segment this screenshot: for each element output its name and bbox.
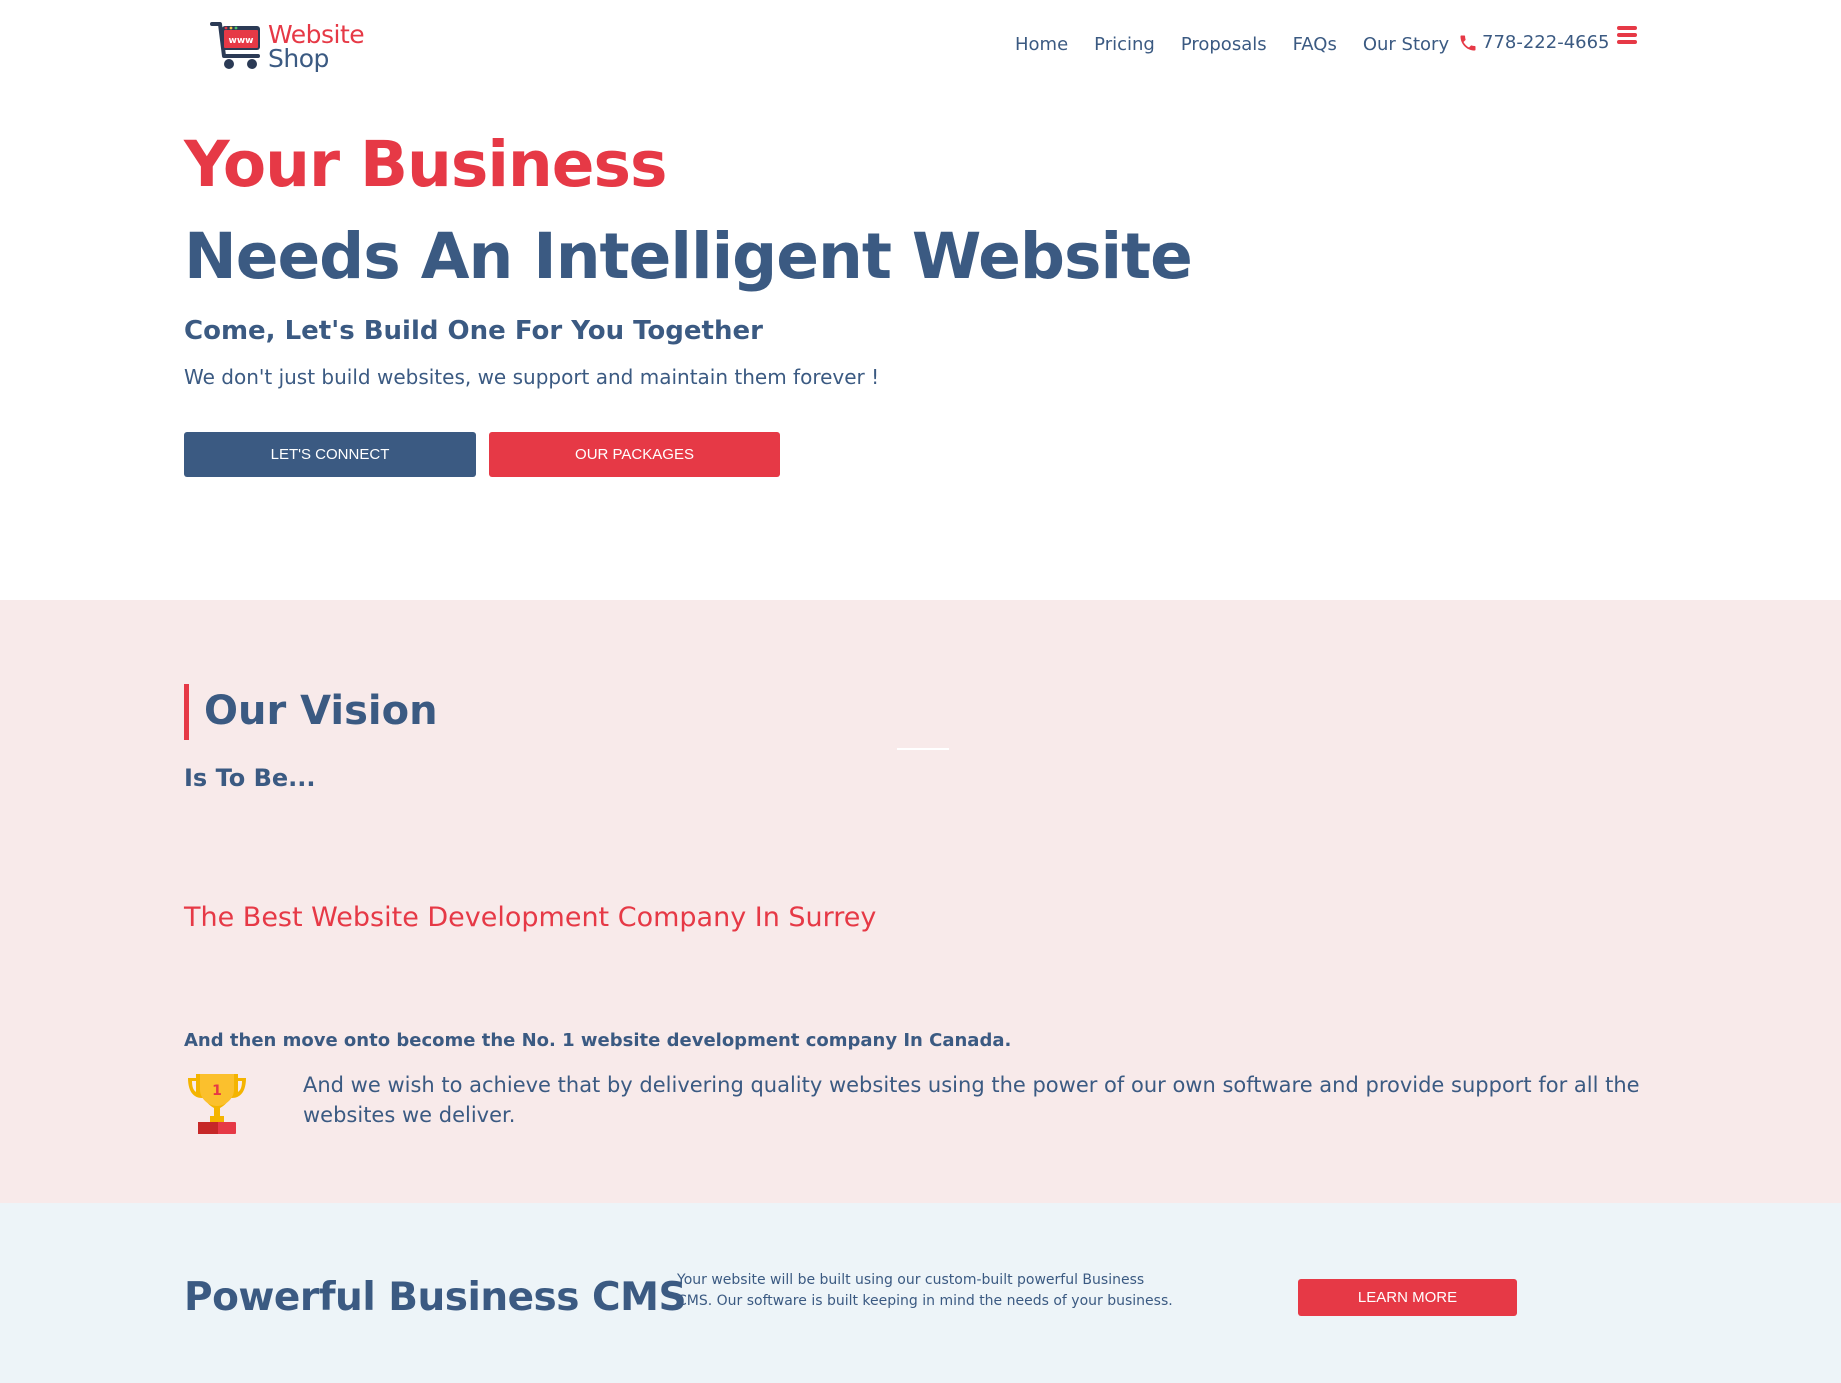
nav-item-home[interactable]: Home: [1015, 34, 1068, 55]
nav-item-pricing[interactable]: Pricing: [1094, 34, 1155, 55]
cms-description: Your website will be built using our cus…: [677, 1272, 1173, 1309]
site-header: www Website Shop Home Pricing Proposals …: [0, 0, 1841, 110]
vision-title: Our Vision: [204, 688, 438, 734]
cms-section: Powerful Business CMS Your website will …: [0, 1203, 1841, 1383]
cart-icon: www: [210, 22, 260, 69]
lets-connect-button[interactable]: LET'S CONNECT: [184, 432, 476, 477]
vision-subtitle: Is To Be...: [184, 764, 316, 792]
hamburger-menu-icon[interactable]: [1617, 26, 1637, 46]
vision-achieve-statement: And we wish to achieve that by deliverin…: [303, 1073, 1640, 1127]
phone-number: 778-222-4665: [1482, 32, 1610, 53]
our-packages-button[interactable]: OUR PACKAGES: [489, 432, 780, 477]
logo-badge: www: [229, 36, 254, 46]
trophy-icon: 1: [188, 1074, 246, 1134]
nav-item-faqs[interactable]: FAQs: [1293, 34, 1337, 55]
hero-title-line2: Needs An Intelligent Website: [184, 220, 1193, 293]
phone-link[interactable]: 778-222-4665: [1458, 32, 1610, 53]
cms-title: Powerful Business CMS: [184, 1275, 687, 1320]
main-nav: Home Pricing Proposals FAQs Our Story: [1015, 34, 1475, 55]
vision-accent-bar: [184, 684, 189, 740]
vision-best-statement: The Best Website Development Company In …: [184, 902, 877, 933]
trophy-number: 1: [212, 1083, 222, 1099]
phone-icon: [1460, 35, 1476, 50]
vision-section: Our Vision Is To Be... The Best Website …: [0, 600, 1841, 1203]
nav-item-proposals[interactable]: Proposals: [1181, 34, 1267, 55]
site-logo[interactable]: www Website Shop: [210, 20, 370, 80]
hero-description: We don't just build websites, we support…: [184, 365, 880, 389]
learn-more-button[interactable]: LEARN MORE: [1298, 1279, 1517, 1316]
vision-divider: [897, 748, 949, 750]
vision-then-statement: And then move onto become the No. 1 webs…: [184, 1030, 1012, 1051]
nav-item-our-story[interactable]: Our Story: [1363, 34, 1449, 55]
hero-title-line1: Your Business: [184, 128, 668, 201]
hero-subtitle: Come, Let's Build One For You Together: [184, 316, 763, 346]
logo-text-shop: Shop: [268, 44, 329, 73]
